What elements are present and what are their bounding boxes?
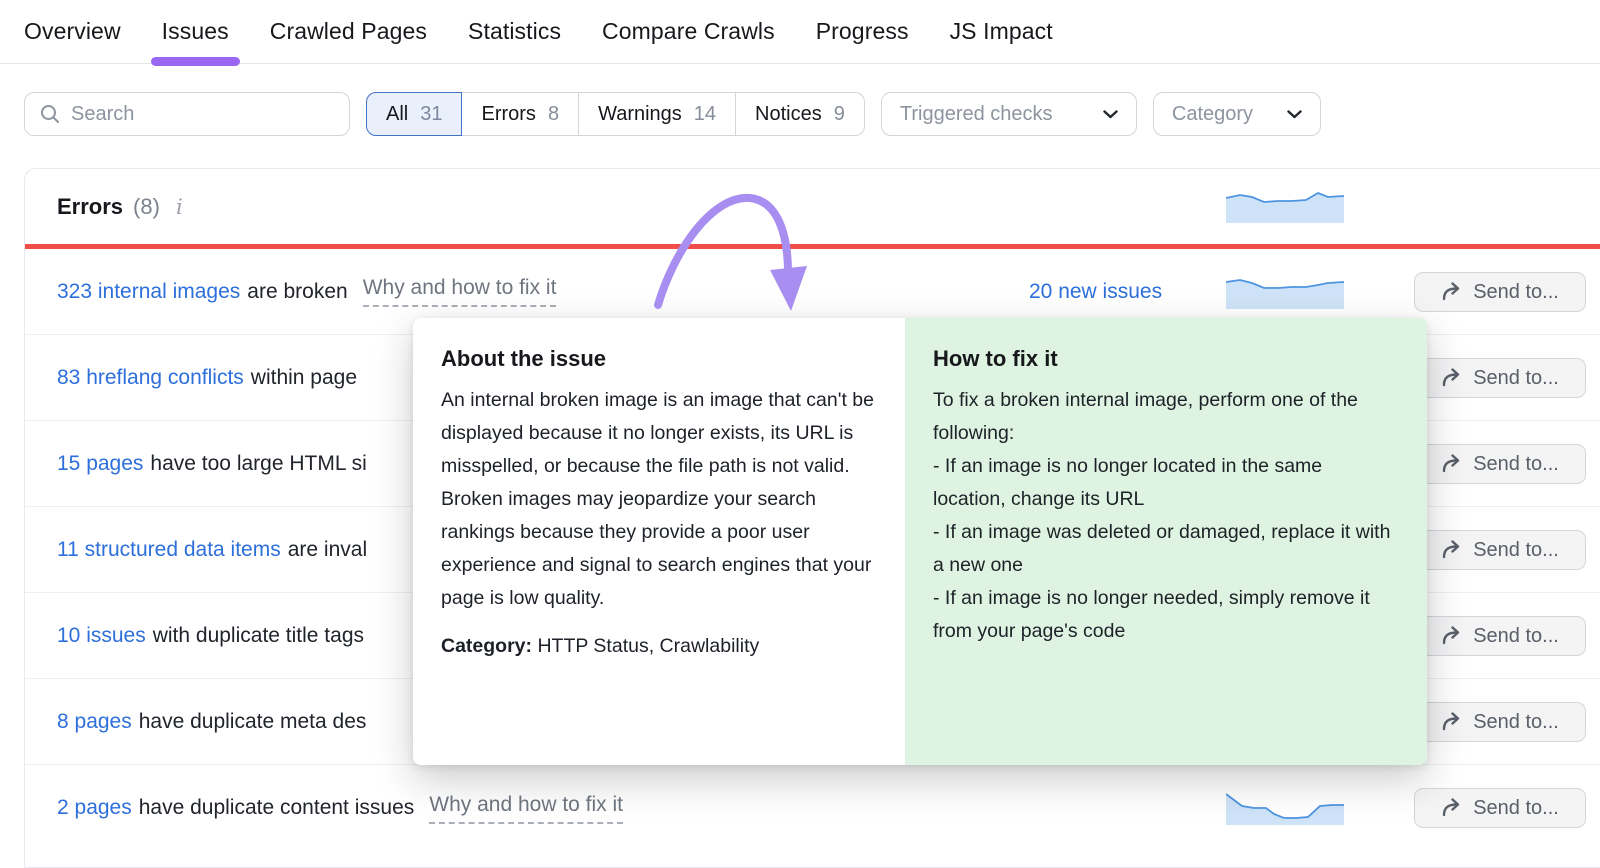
send-to-label: Send to... (1473, 453, 1559, 476)
issue-text: with duplicate title tags (153, 624, 364, 648)
fix-body: To fix a broken internal image, perform … (933, 384, 1397, 648)
errors-header: Errors (8) i (25, 169, 1600, 244)
section-title: Errors (57, 194, 123, 220)
why-how-to-fix-link[interactable]: Why and how to fix it (429, 793, 623, 824)
filter-notices-count: 9 (834, 103, 845, 126)
issue-text: have duplicate meta des (139, 710, 367, 734)
send-to-button[interactable]: Send to... (1414, 444, 1586, 484)
forward-arrow-icon (1441, 712, 1463, 732)
why-how-to-fix-link[interactable]: Why and how to fix it (363, 276, 557, 307)
issue-text: within page (251, 366, 357, 390)
issue-link[interactable]: 15 pages (57, 452, 143, 476)
category-line-value: HTTP Status, Crawlability (537, 635, 759, 657)
issue-trend-sparkline (1226, 791, 1344, 825)
tab-crawled-pages[interactable]: Crawled Pages (270, 0, 427, 64)
filter-warnings-label: Warnings (598, 103, 682, 126)
new-issues-link[interactable]: 20 new issues (1029, 280, 1162, 304)
forward-arrow-icon (1441, 798, 1463, 818)
filter-warnings-count: 14 (694, 103, 716, 126)
filter-errors[interactable]: Errors 8 (462, 92, 579, 136)
issue-detail-popup: About the issue An internal broken image… (413, 318, 1427, 765)
send-to-label: Send to... (1473, 539, 1559, 562)
filter-bar: All 31 Errors 8 Warnings 14 Notices 9 Tr… (24, 92, 1321, 136)
errors-trend-sparkline (1226, 189, 1344, 223)
search-box[interactable] (24, 92, 350, 136)
send-to-label: Send to... (1473, 625, 1559, 648)
issue-trend-sparkline (1226, 275, 1344, 309)
tab-js-impact[interactable]: JS Impact (950, 0, 1053, 64)
tab-compare-crawls[interactable]: Compare Crawls (602, 0, 775, 64)
send-to-label: Send to... (1473, 797, 1559, 820)
issue-text: have too large HTML si (150, 452, 366, 476)
forward-arrow-icon (1441, 368, 1463, 388)
chevron-down-icon (1287, 110, 1302, 119)
forward-arrow-icon (1441, 282, 1463, 302)
about-body: An internal broken image is an image tha… (441, 384, 875, 615)
tab-statistics[interactable]: Statistics (468, 0, 561, 64)
issue-link[interactable]: 8 pages (57, 710, 132, 734)
category-line-label: Category: (441, 635, 532, 657)
top-navigation: Overview Issues Crawled Pages Statistics… (0, 0, 1600, 64)
issue-row: 2 pages have duplicate content issues Wh… (25, 765, 1600, 851)
issue-text: have duplicate content issues (139, 796, 415, 820)
issue-text: are broken (247, 280, 347, 304)
forward-arrow-icon (1441, 626, 1463, 646)
search-icon (39, 103, 61, 125)
tab-issues[interactable]: Issues (162, 0, 229, 64)
send-to-label: Send to... (1473, 281, 1559, 304)
search-input[interactable] (71, 103, 335, 126)
section-count: (8) (133, 194, 160, 220)
triggered-checks-label: Triggered checks (900, 103, 1053, 126)
issue-link[interactable]: 10 issues (57, 624, 146, 648)
how-to-fix-panel: How to fix it To fix a broken internal i… (905, 318, 1427, 765)
triggered-checks-dropdown[interactable]: Triggered checks (881, 92, 1137, 136)
about-the-issue-panel: About the issue An internal broken image… (413, 318, 905, 765)
category-line: Category: HTTP Status, Crawlability (441, 635, 875, 658)
category-label: Category (1172, 103, 1253, 126)
issue-link[interactable]: 323 internal images (57, 280, 240, 304)
issue-text: are inval (288, 538, 367, 562)
chevron-down-icon (1103, 110, 1118, 119)
issue-link[interactable]: 11 structured data items (57, 538, 281, 562)
issue-link[interactable]: 2 pages (57, 796, 132, 820)
send-to-label: Send to... (1473, 367, 1559, 390)
issue-link[interactable]: 83 hreflang conflicts (57, 366, 244, 390)
forward-arrow-icon (1441, 454, 1463, 474)
filter-warnings[interactable]: Warnings 14 (579, 92, 736, 136)
filter-notices[interactable]: Notices 9 (736, 92, 865, 136)
category-dropdown[interactable]: Category (1153, 92, 1321, 136)
about-title: About the issue (441, 346, 875, 372)
forward-arrow-icon (1441, 540, 1463, 560)
send-to-button[interactable]: Send to... (1414, 530, 1586, 570)
filter-notices-label: Notices (755, 103, 822, 126)
severity-filter: All 31 Errors 8 Warnings 14 Notices 9 (366, 92, 865, 136)
send-to-label: Send to... (1473, 711, 1559, 734)
send-to-button[interactable]: Send to... (1414, 702, 1586, 742)
send-to-button[interactable]: Send to... (1414, 358, 1586, 398)
tab-progress[interactable]: Progress (816, 0, 909, 64)
fix-title: How to fix it (933, 346, 1397, 372)
filter-all[interactable]: All 31 (366, 92, 462, 136)
send-to-button[interactable]: Send to... (1414, 616, 1586, 656)
filter-errors-label: Errors (481, 103, 535, 126)
tab-overview[interactable]: Overview (24, 0, 121, 64)
filter-all-count: 31 (420, 103, 442, 126)
send-to-button[interactable]: Send to... (1414, 272, 1586, 312)
send-to-button[interactable]: Send to... (1414, 788, 1586, 828)
filter-errors-count: 8 (548, 103, 559, 126)
filter-all-label: All (386, 103, 408, 126)
info-icon[interactable]: i (176, 195, 183, 219)
